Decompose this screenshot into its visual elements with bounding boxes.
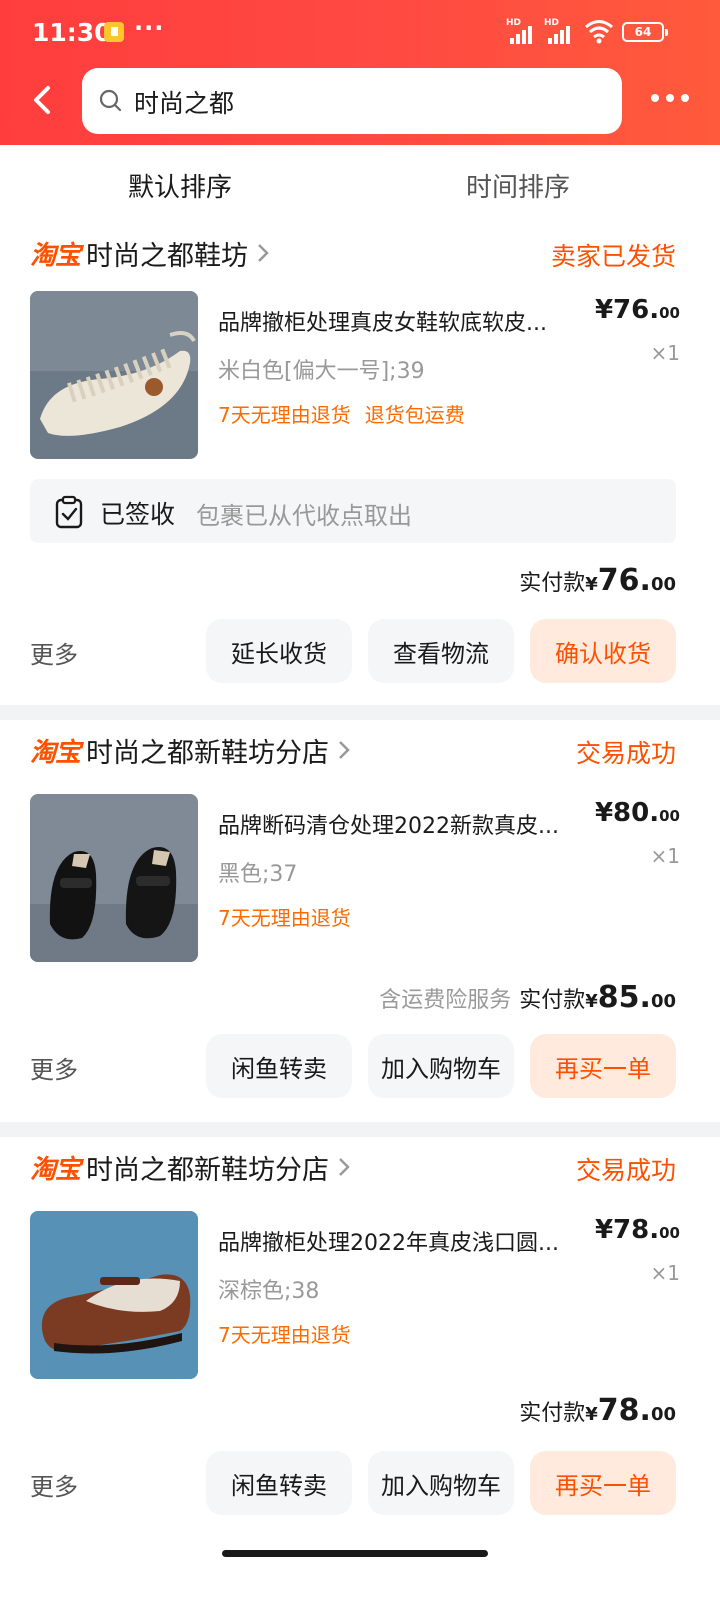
status-bar: 11:30 ··· HD HD 64 xyxy=(0,0,720,66)
order-status: 交易成功 xyxy=(575,739,676,768)
product-price: ¥78.00 xyxy=(594,1215,680,1245)
back-arrow-icon[interactable] xyxy=(22,78,66,122)
promo-tag: 退货包运费 xyxy=(364,403,465,427)
shipping-insurance-note: 含运费险服务 xyxy=(379,988,512,1013)
shop-link[interactable]: 淘宝 时尚之都鞋坊 xyxy=(30,233,270,273)
search-query: 时尚之都 xyxy=(134,89,235,118)
shop-name: 时尚之都新鞋坊分店 xyxy=(86,1154,330,1186)
header: 11:30 ··· HD HD 64 时尚之都 xyxy=(0,0,720,145)
paid-amount: 实付款 ¥78. 00 xyxy=(519,1393,676,1428)
product-title[interactable]: 品牌撤柜处理真皮女鞋软底软皮... xyxy=(218,305,590,337)
order-status: 卖家已发货 xyxy=(550,242,676,271)
shop-name: 时尚之都新鞋坊分店 xyxy=(86,737,330,769)
shop-link[interactable]: 淘宝 时尚之都新鞋坊分店 xyxy=(30,1147,351,1187)
taobao-logo: 淘宝 xyxy=(30,1154,81,1185)
battery-icon: 64 xyxy=(622,22,668,42)
product-spec: 黑色;37 xyxy=(218,862,298,887)
extend-receipt-button[interactable]: 延长收货 xyxy=(206,619,352,683)
logistics-desc: 包裹已从代收点取出 xyxy=(196,502,412,530)
shop-link[interactable]: 淘宝 时尚之都新鞋坊分店 xyxy=(30,730,351,770)
promo-tags: 7天无理由退货 xyxy=(218,902,351,931)
home-indicator[interactable] xyxy=(222,1550,488,1557)
resell-xianyu-button[interactable]: 闲鱼转卖 xyxy=(206,1034,352,1098)
product-image[interactable] xyxy=(30,794,198,962)
product-spec: 深棕色;38 xyxy=(218,1279,320,1304)
chevron-right-icon xyxy=(339,1158,350,1176)
product-spec: 米白色[偏大一号];39 xyxy=(218,359,425,384)
view-logistics-button[interactable]: 查看物流 xyxy=(368,619,514,683)
buy-again-button[interactable]: 再买一单 xyxy=(530,1034,676,1098)
add-to-cart-button[interactable]: 加入购物车 xyxy=(368,1451,514,1515)
order-card: 淘宝 时尚之都新鞋坊分店 交易成功 品牌撤柜处理2022年真皮浅口圆... ¥7… xyxy=(0,1137,720,1535)
promo-tag: 7天无理由退货 xyxy=(218,906,351,930)
notification-app-icon xyxy=(104,22,124,42)
clock: 11:30 xyxy=(32,18,112,47)
tab-time-sort[interactable]: 时间排序 xyxy=(466,167,570,204)
more-link[interactable]: 更多 xyxy=(30,1050,78,1085)
wifi-icon xyxy=(585,20,613,44)
paid-amount: 实付款 ¥76. 00 xyxy=(519,563,676,598)
product-price: ¥80.00 xyxy=(594,798,680,828)
more-link[interactable]: 更多 xyxy=(30,1467,78,1502)
logistics-status: 已签收 xyxy=(100,500,176,529)
product-price: ¥76.00 xyxy=(594,295,680,325)
more-link[interactable]: 更多 xyxy=(30,635,78,670)
product-qty: ×1 xyxy=(650,1261,680,1285)
product-title[interactable]: 品牌撤柜处理2022年真皮浅口圆... xyxy=(218,1225,590,1257)
product-title[interactable]: 品牌断码清仓处理2022新款真皮... xyxy=(218,808,590,840)
sort-bar: 默认排序 时间排序 xyxy=(0,145,720,223)
product-qty: ×1 xyxy=(650,844,680,868)
order-card: 淘宝 时尚之都鞋坊 卖家已发货 品牌撤柜处理真皮女鞋软底软皮... ¥76.00… xyxy=(0,223,720,705)
taobao-logo: 淘宝 xyxy=(30,240,81,271)
signal-icon-2: HD xyxy=(544,18,580,44)
tab-default-sort[interactable]: 默认排序 xyxy=(128,167,232,204)
promo-tags: 7天无理由退货 xyxy=(218,1319,351,1348)
product-image[interactable] xyxy=(30,1211,198,1379)
promo-tags: 7天无理由退货 退货包运费 xyxy=(218,399,465,428)
more-options-icon[interactable] xyxy=(640,76,700,120)
search-icon xyxy=(99,89,122,112)
product-image[interactable] xyxy=(30,291,198,459)
order-card: 淘宝 时尚之都新鞋坊分店 交易成功 品牌断码清仓处理2022新款真皮... ¥8… xyxy=(0,720,720,1122)
more-notifications-icon: ··· xyxy=(134,14,165,42)
chevron-right-icon xyxy=(258,244,269,262)
bottom-area xyxy=(0,1535,720,1600)
paid-amount: 含运费险服务 实付款 ¥85. 00 xyxy=(379,980,676,1015)
search-input[interactable]: 时尚之都 xyxy=(82,68,622,134)
resell-xianyu-button[interactable]: 闲鱼转卖 xyxy=(206,1451,352,1515)
promo-tag: 7天无理由退货 xyxy=(218,1323,351,1347)
taobao-logo: 淘宝 xyxy=(30,737,81,768)
clipboard-check-icon xyxy=(55,495,83,529)
buy-again-button[interactable]: 再买一单 xyxy=(530,1451,676,1515)
product-qty: ×1 xyxy=(650,341,680,365)
chevron-right-icon xyxy=(339,741,350,759)
confirm-receipt-button[interactable]: 确认收货 xyxy=(530,619,676,683)
signal-icon: HD xyxy=(506,18,542,44)
logistics-bar[interactable]: 已签收 包裹已从代收点取出 xyxy=(30,479,676,543)
order-status: 交易成功 xyxy=(575,1156,676,1185)
promo-tag: 7天无理由退货 xyxy=(218,403,351,427)
nav-bar: 时尚之都 xyxy=(0,66,720,136)
shop-name: 时尚之都鞋坊 xyxy=(86,240,249,272)
add-to-cart-button[interactable]: 加入购物车 xyxy=(368,1034,514,1098)
